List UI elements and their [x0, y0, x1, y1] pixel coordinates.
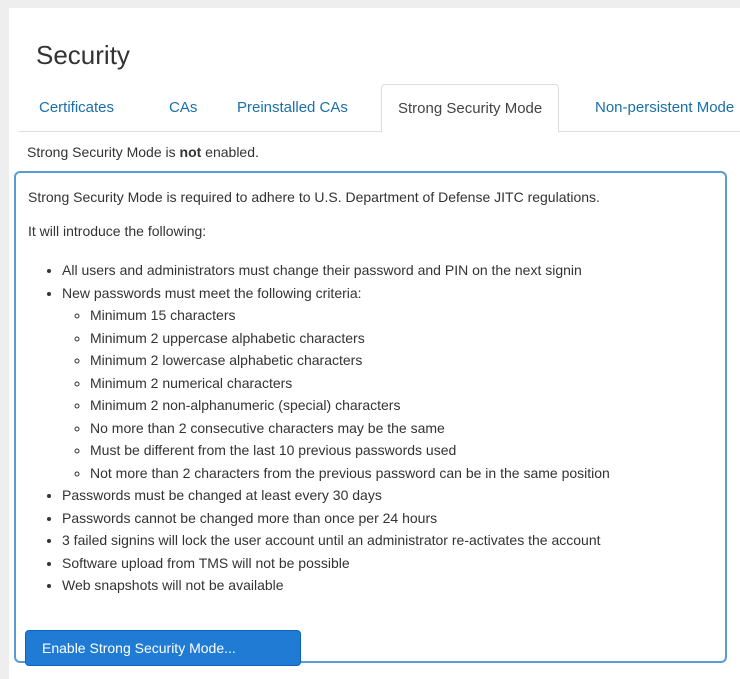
criteria-item: Minimum 2 lowercase alphabetic character… — [90, 349, 610, 372]
status-emphasis: not — [179, 144, 202, 160]
list-item: Web snapshots will not be available — [62, 574, 610, 597]
criteria-item: Minimum 15 characters — [90, 304, 610, 327]
enable-strong-security-button[interactable]: Enable Strong Security Mode... — [25, 630, 301, 666]
criteria-item: No more than 2 consecutive characters ma… — [90, 417, 610, 440]
tab-cas[interactable]: CAs — [169, 84, 197, 131]
list-item: Passwords cannot be changed more than on… — [62, 507, 610, 530]
status-suffix: enabled. — [201, 144, 259, 160]
list-item: New passwords must meet the following cr… — [62, 282, 610, 485]
tab-bar: Certificates CAs Preinstalled CAs Strong… — [19, 84, 740, 133]
criteria-item: Minimum 2 non-alphanumeric (special) cha… — [90, 394, 610, 417]
criteria-list: Minimum 15 characters Minimum 2 uppercas… — [62, 304, 610, 484]
page-title: Security — [36, 40, 130, 70]
info-intro: Strong Security Mode is required to adhe… — [28, 189, 600, 205]
list-item: Software upload from TMS will not be pos… — [62, 552, 610, 575]
criteria-item: Must be different from the last 10 previ… — [90, 439, 610, 462]
list-item-label: New passwords must meet the following cr… — [62, 284, 362, 301]
tab-preinstalled-cas[interactable]: Preinstalled CAs — [237, 84, 348, 131]
criteria-item: Not more than 2 characters from the prev… — [90, 462, 610, 485]
tab-strong-security-mode[interactable]: Strong Security Mode — [381, 84, 560, 133]
info-box: Strong Security Mode is required to adhe… — [14, 171, 727, 663]
requirements-list: All users and administrators must change… — [28, 259, 610, 597]
info-lead: It will introduce the following: — [28, 223, 207, 239]
criteria-item: Minimum 2 uppercase alphabetic character… — [90, 327, 610, 350]
tab-non-persistent-mode[interactable]: Non-persistent Mode — [595, 84, 734, 131]
list-item: All users and administrators must change… — [62, 259, 610, 282]
list-item: 3 failed signins will lock the user acco… — [62, 529, 610, 552]
criteria-item: Minimum 2 numerical characters — [90, 372, 610, 395]
tab-certificates[interactable]: Certificates — [39, 84, 114, 131]
status-text: Strong Security Mode is not enabled. — [27, 144, 259, 160]
list-item: Passwords must be changed at least every… — [62, 484, 610, 507]
status-prefix: Strong Security Mode is — [27, 144, 180, 160]
